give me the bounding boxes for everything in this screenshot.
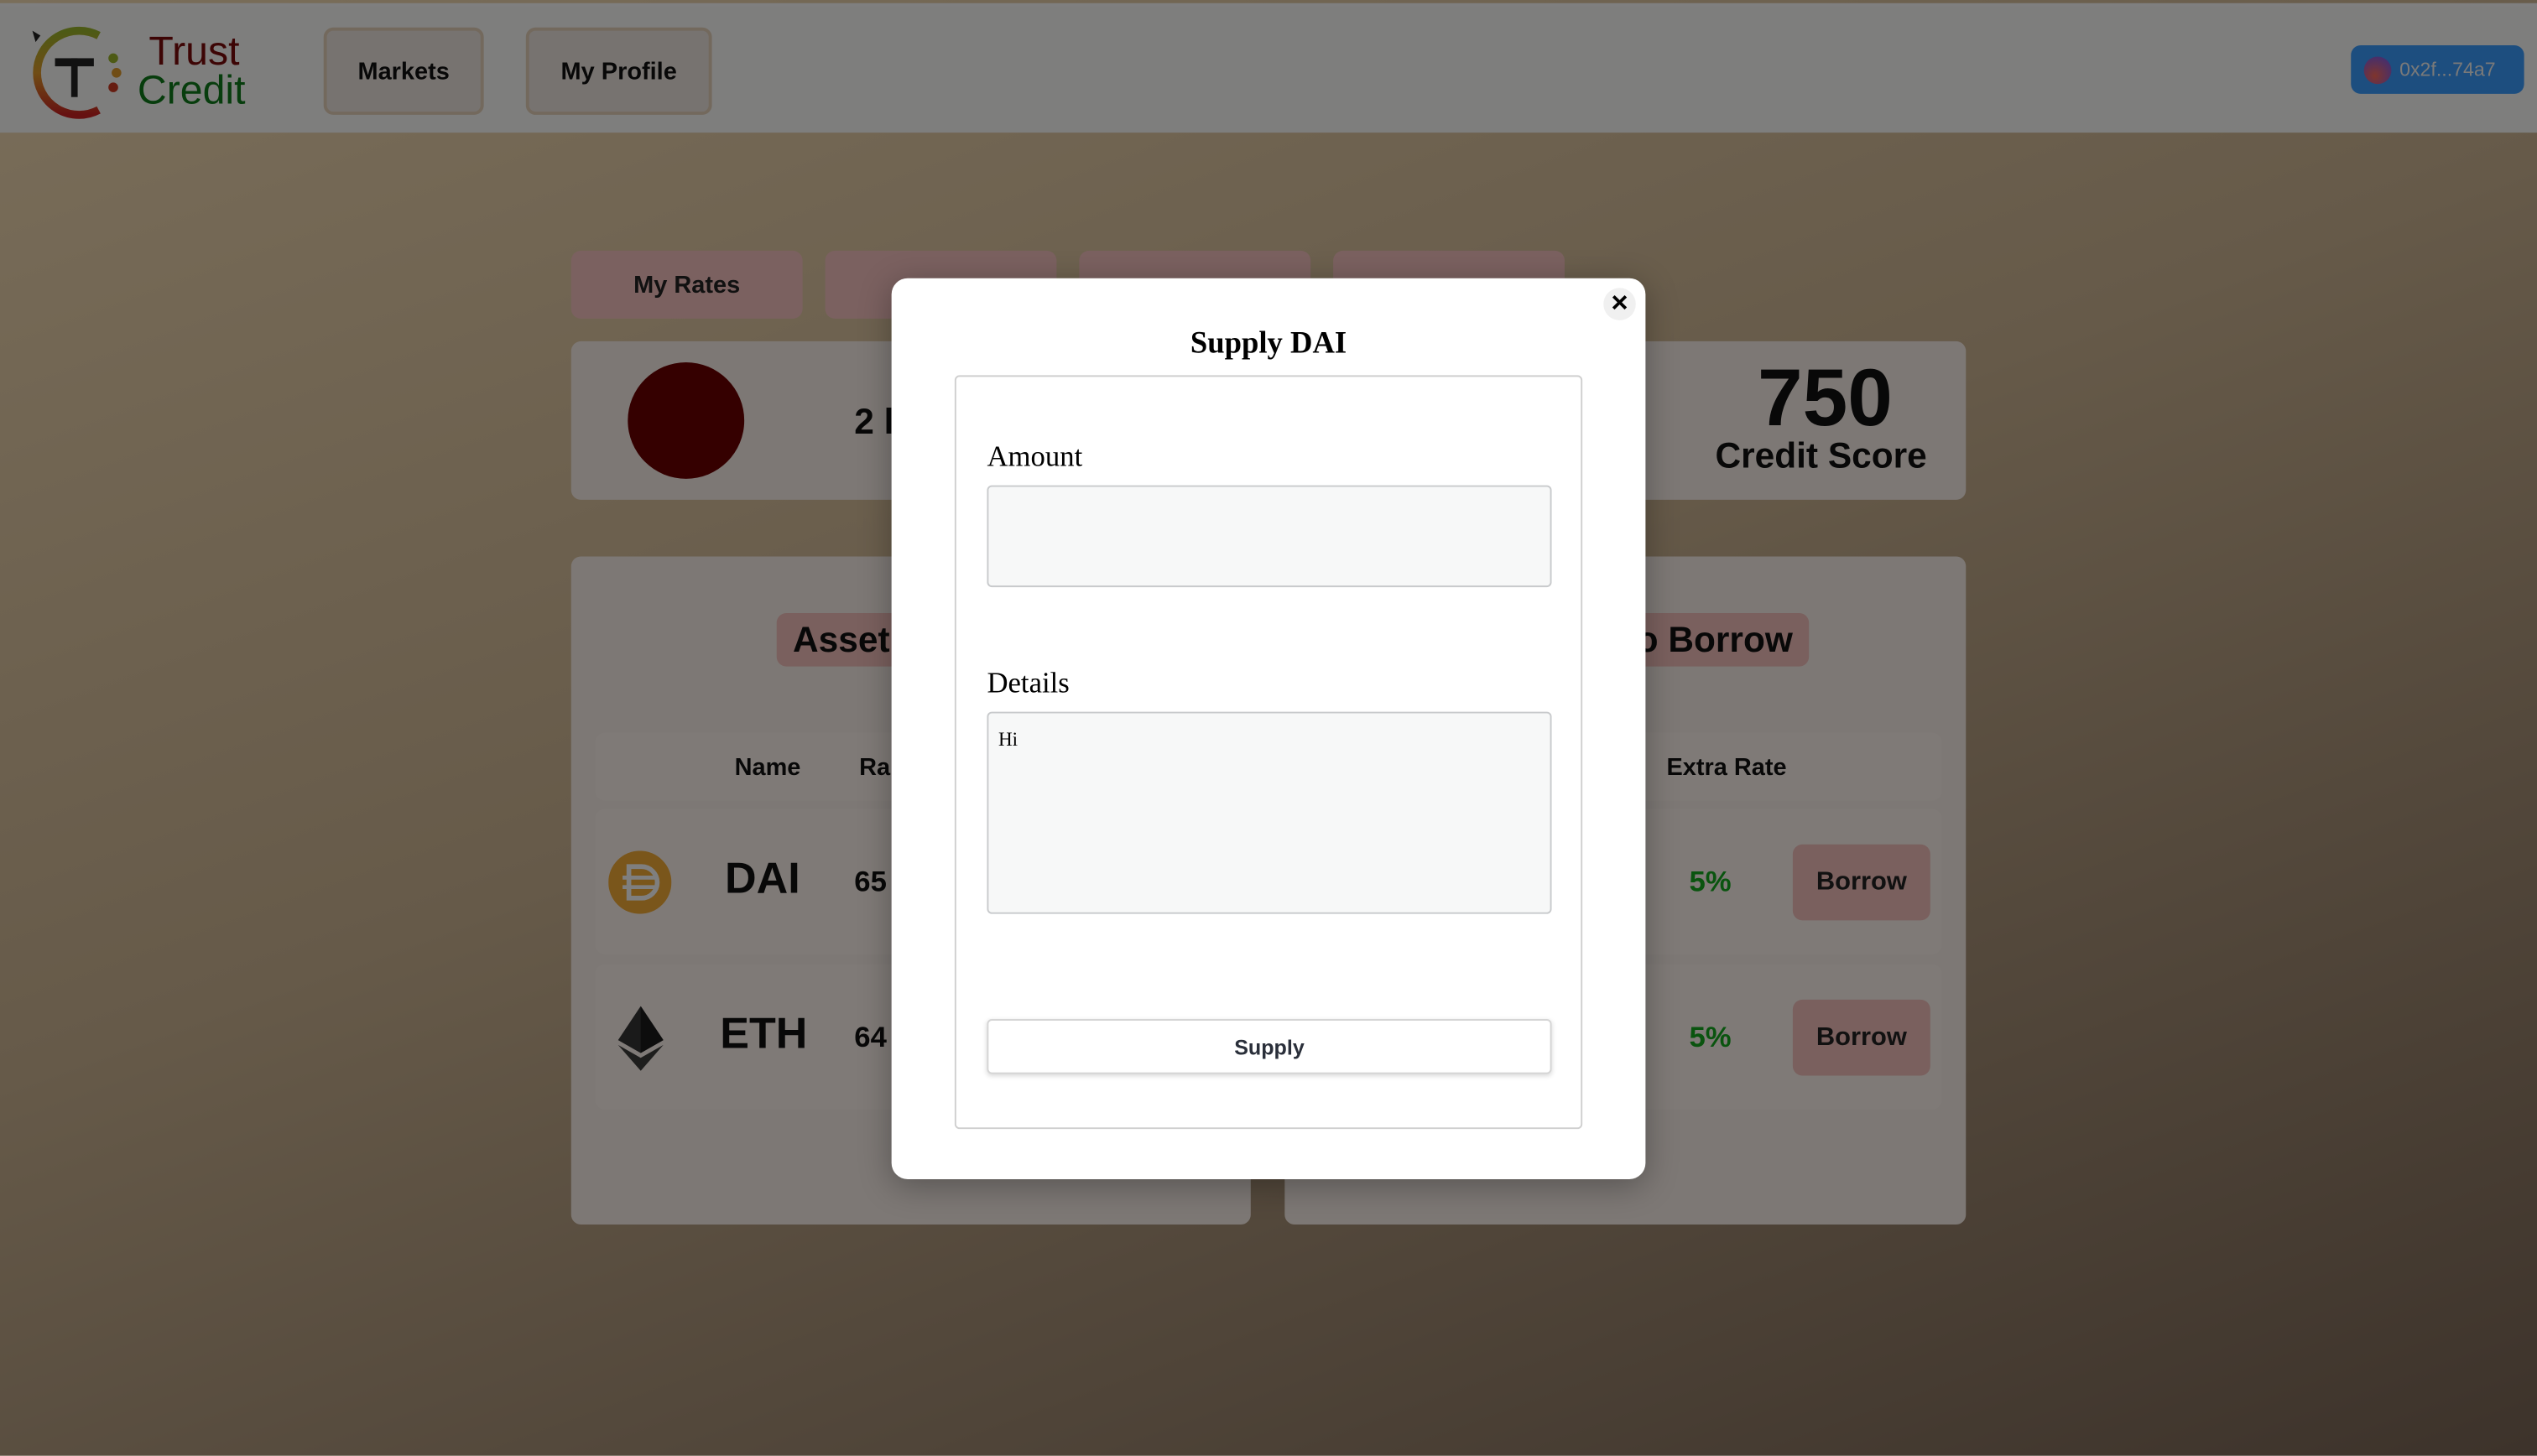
close-icon[interactable]: × [1603, 287, 1636, 320]
modal-title: Supply DAI [1190, 326, 1347, 361]
details-textarea[interactable]: Hi [987, 711, 1552, 914]
supply-modal: × Supply DAI Amount Details Hi Supply [891, 278, 1646, 1179]
amount-input[interactable] [987, 485, 1552, 588]
supply-form: Amount Details Hi Supply [954, 375, 1583, 1130]
amount-label: Amount [987, 439, 1083, 473]
details-label: Details [987, 666, 1070, 699]
supply-button[interactable]: Supply [987, 1019, 1552, 1074]
page: Trust Credit Markets My Profile 0x2f...7… [0, 0, 2537, 1456]
